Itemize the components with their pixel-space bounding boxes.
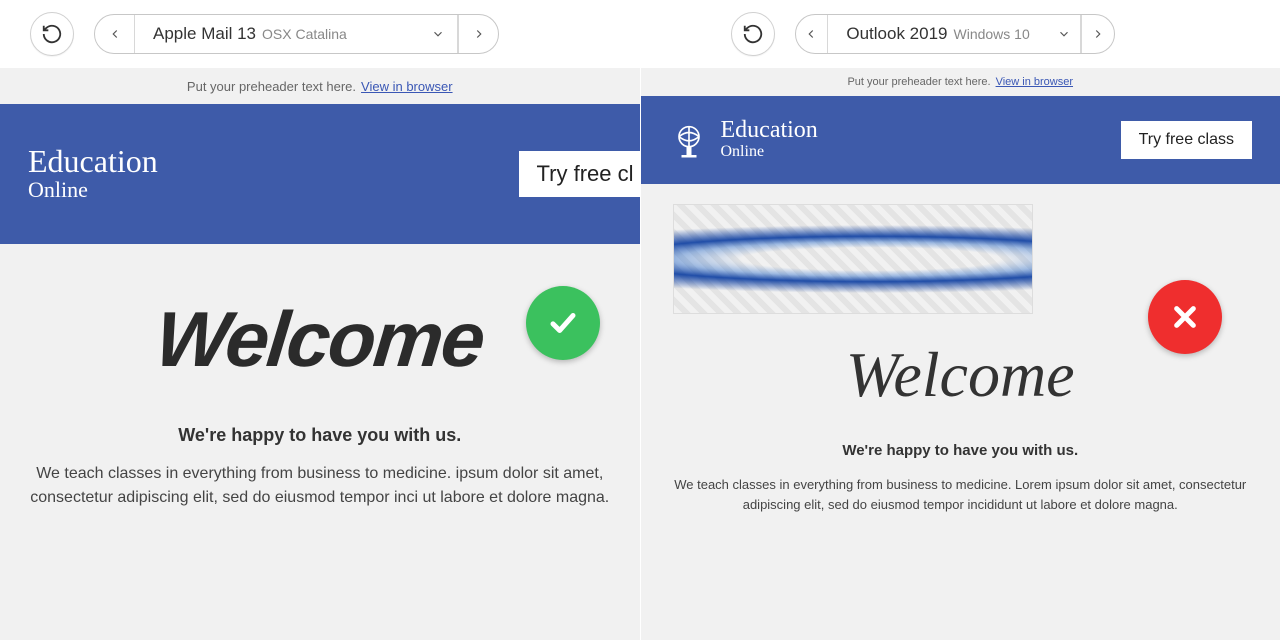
client-selector[interactable]: Outlook 2019 Windows 10: [795, 14, 1115, 54]
view-in-browser-link[interactable]: View in browser: [996, 76, 1073, 88]
preheader-text: Put your preheader text here.: [187, 79, 356, 94]
client-name: Apple Mail 13: [153, 24, 256, 44]
body-paragraph: We teach classes in everything from busi…: [30, 462, 610, 510]
brand-subtitle: Online: [28, 177, 158, 203]
header-band: Education Online Try free class: [641, 96, 1280, 184]
client-name: Outlook 2019: [846, 24, 947, 44]
hero-image-broken: [673, 204, 1033, 314]
client-os: OSX Catalina: [262, 26, 347, 42]
client-os: Windows 10: [954, 26, 1030, 42]
cta-button[interactable]: Try free class: [1121, 121, 1252, 159]
globe-icon: [669, 120, 709, 160]
header-band: Education Online Try free cl: [0, 104, 640, 244]
client-prev-button[interactable]: [796, 15, 829, 53]
client-label[interactable]: Outlook 2019 Windows 10: [828, 24, 1047, 44]
status-pass-badge: [526, 286, 600, 360]
welcome-heading: Welcome: [151, 294, 488, 385]
preheader-bar: Put your preheader text here. View in br…: [0, 68, 640, 104]
brand: Education Online: [28, 145, 158, 203]
client-prev-button[interactable]: [95, 15, 135, 53]
tagline: We're happy to have you with us.: [30, 425, 610, 446]
preheader-bar: Put your preheader text here. View in br…: [641, 68, 1280, 96]
client-selector[interactable]: Apple Mail 13 OSX Catalina: [94, 14, 499, 54]
view-in-browser-link[interactable]: View in browser: [361, 79, 453, 94]
client-dropdown-caret[interactable]: [418, 15, 458, 53]
reload-button[interactable]: [30, 12, 74, 56]
client-label[interactable]: Apple Mail 13 OSX Catalina: [135, 24, 418, 44]
body-paragraph: We teach classes in everything from busi…: [671, 475, 1251, 514]
brand: Education Online: [669, 118, 818, 161]
email-body: Welcome We're happy to have you with us.…: [641, 184, 1280, 640]
tagline: We're happy to have you with us.: [671, 442, 1251, 459]
welcome-heading: Welcome: [846, 338, 1075, 412]
preheader-text: Put your preheader text here.: [847, 76, 990, 88]
status-fail-badge: [1148, 280, 1222, 354]
client-dropdown-caret[interactable]: [1048, 15, 1081, 53]
reload-button[interactable]: [731, 12, 775, 56]
brand-title: Education: [721, 118, 818, 142]
client-next-button[interactable]: [458, 15, 498, 53]
brand-title: Education: [28, 145, 158, 177]
toolbar-left: Apple Mail 13 OSX Catalina: [0, 0, 640, 68]
toolbar-right: Outlook 2019 Windows 10: [641, 0, 1280, 68]
client-next-button[interactable]: [1081, 15, 1114, 53]
brand-subtitle: Online: [721, 142, 818, 161]
cta-button[interactable]: Try free cl: [519, 151, 641, 197]
